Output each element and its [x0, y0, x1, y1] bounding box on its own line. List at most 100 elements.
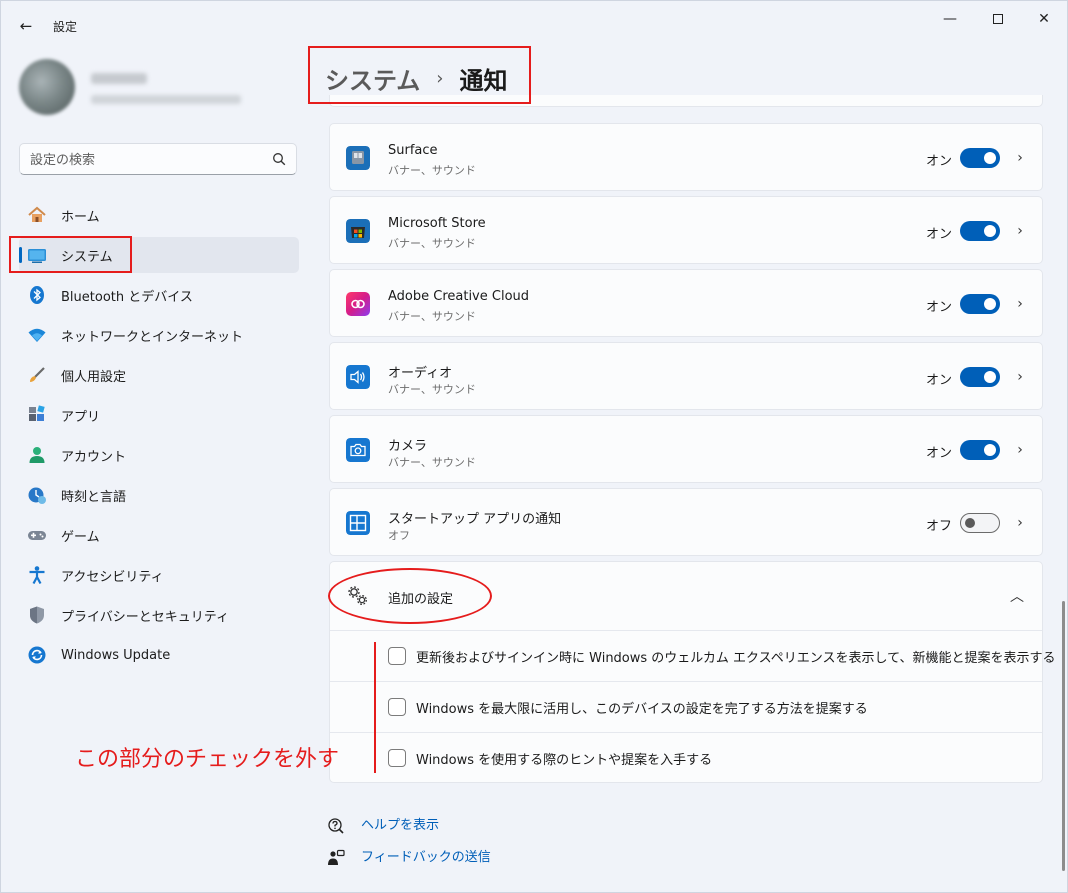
app-row-microsoft-store[interactable]: Microsoft Store バナー、サウンド オン › — [329, 196, 1043, 264]
sidebar-item-privacy[interactable]: プライバシーとセキュリティ — [19, 597, 299, 633]
chevron-right-icon[interactable]: › — [1012, 294, 1028, 314]
feedback-link[interactable]: フィードバックの送信 — [327, 847, 491, 879]
sidebar-item-network[interactable]: ネットワークとインターネット — [19, 317, 299, 353]
active-indicator — [19, 247, 22, 263]
annotation-text: この部分のチェックを外す — [75, 747, 340, 772]
update-icon — [28, 646, 46, 664]
startup-icon — [346, 511, 370, 535]
sidebar-item-label: ホーム — [61, 209, 100, 225]
notification-toggle[interactable] — [960, 294, 1000, 314]
app-row-startup-apps[interactable]: スタートアップ アプリの通知 オフ オフ › — [329, 488, 1043, 556]
user-profile[interactable] — [19, 59, 299, 123]
partial-card — [329, 95, 1043, 107]
notification-toggle[interactable] — [960, 513, 1000, 533]
app-row-audio[interactable]: オーディオ バナー、サウンド オン › — [329, 342, 1043, 410]
sidebar-item-bluetooth[interactable]: Bluetooth とデバイス — [19, 277, 299, 313]
notification-toggle[interactable] — [960, 221, 1000, 241]
sidebar-item-apps[interactable]: アプリ — [19, 397, 299, 433]
checkbox-row-tips[interactable]: Windows を使用する際のヒントや提案を入手する — [330, 732, 1042, 783]
sidebar-item-label: Windows Update — [61, 647, 171, 663]
checkbox[interactable] — [388, 749, 406, 767]
sidebar-item-windows-update[interactable]: Windows Update — [19, 637, 299, 673]
audio-icon — [346, 365, 370, 389]
help-icon — [328, 818, 344, 834]
breadcrumb-parent-link[interactable]: システム — [325, 61, 420, 96]
sidebar-item-time-language[interactable]: 時刻と言語 — [19, 477, 299, 513]
feedback-icon — [328, 849, 345, 865]
app-name: Surface — [388, 143, 438, 158]
checkbox-row-welcome-experience[interactable]: 更新後およびサインイン時に Windows のウェルカム エクスペリエンスを表示… — [330, 630, 1055, 681]
app-subtitle: バナー、サウンド — [388, 164, 476, 177]
sidebar-item-label: アカウント — [61, 449, 127, 465]
toggle-state-label: オフ — [926, 519, 953, 534]
feedback-link-label: フィードバックの送信 — [361, 850, 491, 865]
app-row-camera[interactable]: カメラ バナー、サウンド オン › — [329, 415, 1043, 483]
home-icon — [28, 206, 46, 222]
scrollbar[interactable] — [1062, 601, 1065, 871]
app-name: Adobe Creative Cloud — [388, 289, 530, 304]
breadcrumb-chevron-icon: › — [436, 67, 444, 89]
notification-toggle[interactable] — [960, 148, 1000, 168]
sidebar-item-label: システム — [61, 249, 113, 265]
maximize-icon — [993, 14, 1003, 24]
chevron-right-icon[interactable]: › — [1012, 148, 1028, 168]
sidebar-item-personalization[interactable]: 個人用設定 — [19, 357, 299, 393]
close-button[interactable]: ✕ — [1021, 7, 1067, 31]
store-icon — [346, 219, 370, 243]
app-subtitle: バナー、サウンド — [388, 456, 476, 469]
checkbox-label: Windows を最大限に活用し、このデバイスの設定を完了する方法を提案する — [416, 702, 868, 717]
chevron-right-icon[interactable]: › — [1012, 513, 1028, 533]
surface-icon — [346, 146, 370, 170]
checkbox[interactable] — [388, 647, 406, 665]
toggle-state-label: オン — [926, 446, 953, 461]
help-link-label: ヘルプを表示 — [361, 818, 440, 833]
sidebar-item-label: 個人用設定 — [61, 369, 127, 385]
sidebar-item-system[interactable]: システム — [19, 237, 299, 273]
notification-toggle[interactable] — [960, 367, 1000, 387]
checkbox[interactable] — [388, 698, 406, 716]
page-title: 通知 — [459, 66, 508, 95]
chevron-right-icon[interactable]: › — [1012, 367, 1028, 387]
bluetooth-icon — [30, 286, 44, 304]
chevron-right-icon[interactable]: › — [1012, 440, 1028, 460]
minimize-button[interactable]: — — [927, 7, 973, 31]
sidebar-item-accessibility[interactable]: アクセシビリティ — [19, 557, 299, 593]
accessibility-icon — [29, 566, 45, 585]
toggle-state-label: オン — [926, 227, 953, 242]
sidebar-item-label: 時刻と言語 — [61, 489, 127, 505]
maximize-button[interactable] — [975, 7, 1021, 31]
search-box[interactable] — [19, 143, 297, 175]
checkbox-row-finish-setup[interactable]: Windows を最大限に活用し、このデバイスの設定を完了する方法を提案する — [330, 681, 1042, 732]
annotation-line-checkboxes — [374, 642, 376, 773]
sidebar-item-label: Bluetooth とデバイス — [61, 289, 193, 305]
back-arrow-icon: ← — [19, 17, 33, 35]
checkbox-label: Windows を使用する際のヒントや提案を入手する — [416, 753, 713, 768]
chevron-up-icon[interactable]: ︿ — [1010, 586, 1024, 606]
back-button[interactable]: ← — [13, 13, 39, 39]
settings-window: ← 設定 — ✕ ホーム システム Bluetooth とデバイス — [0, 0, 1068, 893]
app-row-adobe-creative-cloud[interactable]: Adobe Creative Cloud バナー、サウンド オン › — [329, 269, 1043, 337]
app-subtitle: バナー、サウンド — [388, 310, 476, 323]
sidebar-item-label: アクセシビリティ — [61, 569, 164, 585]
help-link[interactable]: ヘルプを表示 — [327, 815, 491, 847]
annotation-ellipse-additional-settings — [328, 568, 492, 624]
app-subtitle: バナー、サウンド — [388, 237, 476, 250]
app-name: Microsoft Store — [388, 216, 486, 231]
chevron-right-icon[interactable]: › — [1012, 221, 1028, 241]
app-title: 設定 — [53, 20, 78, 34]
sidebar-item-home[interactable]: ホーム — [19, 197, 299, 233]
close-icon: ✕ — [1038, 11, 1050, 27]
app-subtitle: オフ — [388, 529, 410, 542]
sidebar-item-accounts[interactable]: アカウント — [19, 437, 299, 473]
app-name: スタートアップ アプリの通知 — [388, 512, 562, 527]
sidebar-item-gaming[interactable]: ゲーム — [19, 517, 299, 553]
search-icon — [273, 153, 286, 166]
app-row-surface[interactable]: Surface バナー、サウンド オン › — [329, 123, 1043, 191]
app-subtitle: バナー、サウンド — [388, 383, 476, 396]
profile-name-blurred — [91, 73, 147, 84]
notification-toggle[interactable] — [960, 440, 1000, 460]
sidebar-item-label: プライバシーとセキュリティ — [61, 609, 229, 625]
checkbox-label: 更新後およびサインイン時に Windows のウェルカム エクスペリエンスを表示… — [416, 651, 1056, 666]
search-input[interactable] — [30, 150, 260, 170]
toggle-state-label: オン — [926, 373, 953, 388]
